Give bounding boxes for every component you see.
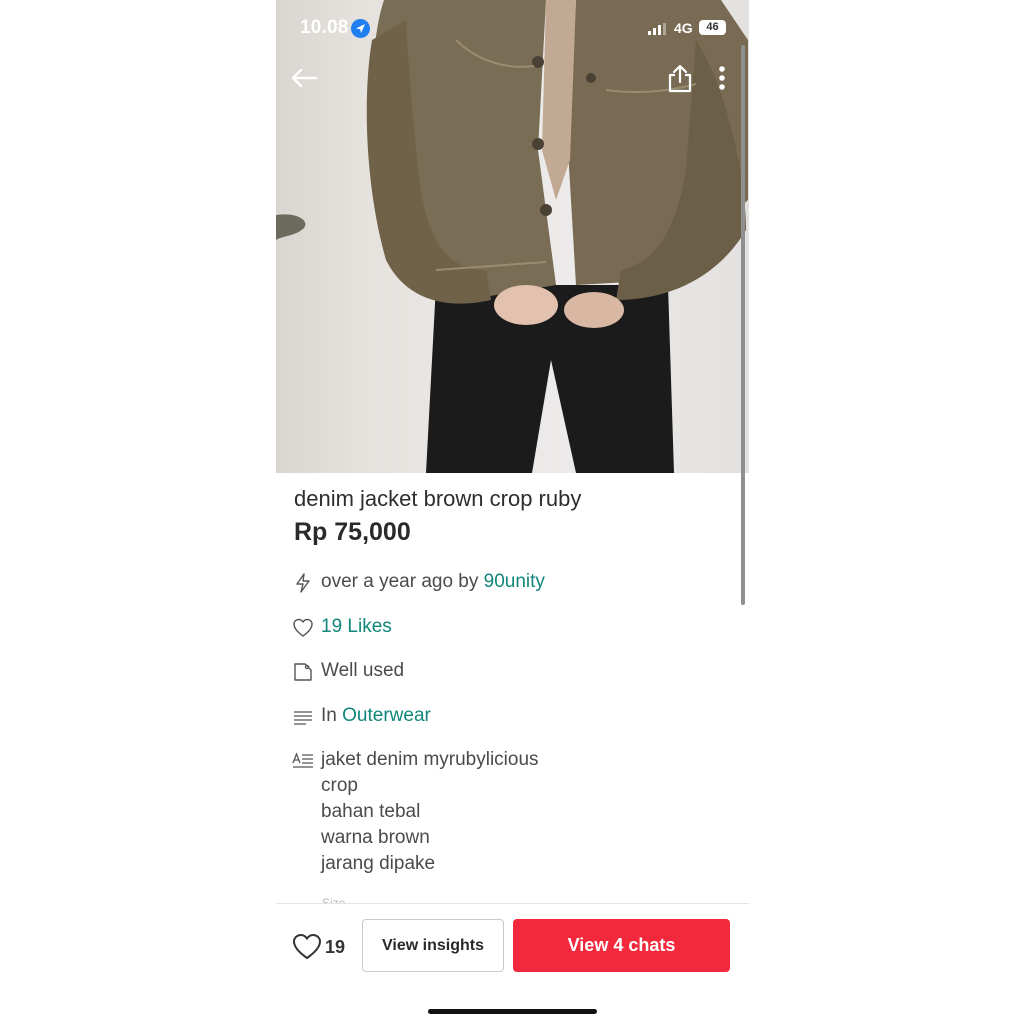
view-chats-button[interactable]: View 4 chats bbox=[513, 919, 730, 972]
description-line: bahan tebal bbox=[321, 801, 421, 822]
text-description-icon bbox=[292, 752, 313, 768]
product-title: denim jacket brown crop ruby bbox=[294, 486, 582, 511]
lightning-icon bbox=[296, 573, 310, 593]
likes-link[interactable]: 19 Likes bbox=[321, 616, 392, 638]
location-arrow-icon bbox=[351, 19, 370, 38]
posted-time-text: over a year ago by bbox=[321, 571, 479, 592]
signal-bars-icon bbox=[648, 22, 666, 35]
more-options-button[interactable] bbox=[704, 60, 740, 96]
status-time: 10.08 bbox=[300, 17, 349, 38]
arrow-left-icon bbox=[291, 68, 318, 88]
description-line: crop bbox=[321, 775, 358, 796]
back-button[interactable] bbox=[286, 60, 322, 96]
home-indicator[interactable] bbox=[428, 1009, 597, 1014]
like-button[interactable]: 19 bbox=[292, 930, 345, 964]
condition-row: Well used bbox=[292, 660, 404, 683]
share-icon bbox=[668, 64, 692, 93]
posted-info-row: over a year ago by 90unity bbox=[292, 571, 545, 594]
status-bar: 10.08 4G 46 bbox=[276, 0, 749, 56]
seller-link[interactable]: 90unity bbox=[484, 571, 545, 593]
product-price: Rp 75,000 bbox=[294, 518, 411, 546]
description-row: jaket denim myrubylicious crop bahan teb… bbox=[292, 749, 539, 877]
condition-text: Well used bbox=[321, 660, 405, 681]
tag-icon bbox=[294, 663, 312, 681]
like-count: 19 bbox=[325, 936, 346, 957]
description-line: jaket denim myrubylicious bbox=[321, 749, 539, 770]
description-line: warna brown bbox=[321, 827, 430, 848]
listing-screen: 10.08 4G 46 denim jacket brown crop ruby… bbox=[276, 0, 749, 1024]
description-line: jarang dipake bbox=[321, 853, 436, 874]
description-text: jaket denim myrubylicious crop bahan teb… bbox=[321, 747, 539, 877]
share-button[interactable] bbox=[662, 60, 698, 96]
battery-indicator: 46 bbox=[699, 20, 726, 35]
scrollbar[interactable] bbox=[741, 45, 745, 605]
network-type: 4G bbox=[674, 20, 693, 36]
likes-row[interactable]: 19 Likes bbox=[292, 616, 392, 639]
list-lines-icon bbox=[294, 711, 312, 725]
view-insights-button[interactable]: View insights bbox=[362, 919, 504, 972]
heart-outline-icon bbox=[293, 618, 313, 637]
category-row: In Outerwear bbox=[292, 705, 431, 728]
more-vertical-icon bbox=[719, 66, 725, 90]
bottom-action-bar: 19 View insights View 4 chats bbox=[276, 903, 749, 1024]
category-prefix: In bbox=[321, 705, 337, 726]
heart-outline-icon bbox=[292, 933, 322, 960]
category-link[interactable]: Outerwear bbox=[342, 705, 431, 727]
